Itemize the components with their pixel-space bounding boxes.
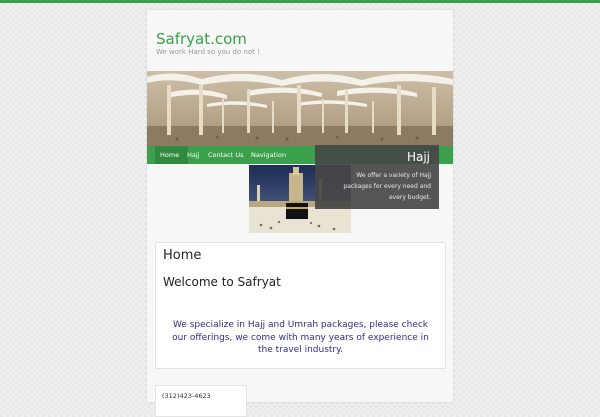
welcome-paragraph: We specialize in Hajj and Umrah packages… bbox=[172, 320, 429, 355]
phone-number: (312)423-4623 bbox=[162, 392, 211, 400]
slider-caption-text: We offer a variety of Hajj packages for … bbox=[343, 172, 431, 201]
site-title[interactable]: Safryat.com bbox=[156, 30, 247, 48]
slider-caption: Hajj We offer a variety of Hajj packages… bbox=[315, 145, 439, 209]
nav-item-navigation[interactable]: Navigation bbox=[251, 146, 286, 164]
top-accent-bar bbox=[0, 0, 600, 3]
page-wrapper: Safryat.com We work Hard so you do not ! bbox=[147, 10, 453, 417]
header-banner-image bbox=[147, 71, 453, 146]
nav-item-home[interactable]: Home bbox=[155, 146, 188, 164]
slider-caption-title: Hajj bbox=[406, 150, 430, 164]
main-content: Home Welcome to Safryat We specialize in… bbox=[155, 242, 446, 369]
site-tagline: We work Hard so you do not ! bbox=[156, 48, 260, 56]
nav-item-contact-us[interactable]: Contact Us bbox=[208, 146, 244, 164]
nav-item-hajj[interactable]: Hajj bbox=[187, 146, 199, 164]
page-title: Home bbox=[163, 248, 202, 263]
contact-widget: (312)423-4623 bbox=[155, 385, 247, 417]
welcome-heading: Welcome to Safryat bbox=[163, 275, 281, 289]
